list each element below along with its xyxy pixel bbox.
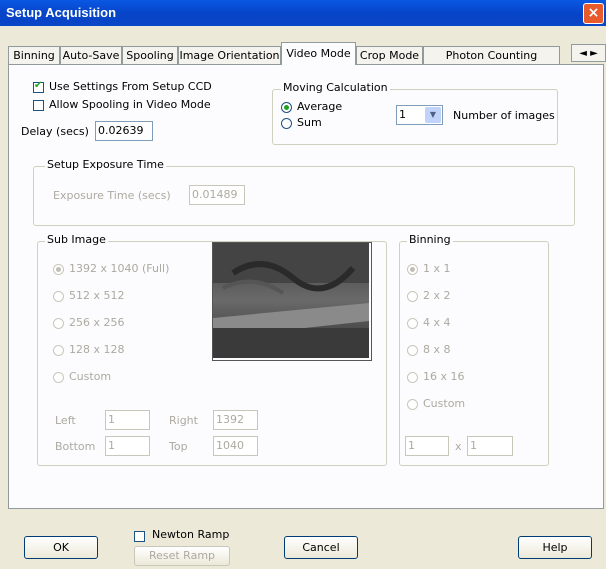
delay-label: Delay (secs) [21,125,89,138]
tab-strip: Binning Auto-Save Spooling Image Orienta… [8,42,606,65]
tab-spooling[interactable]: Spooling [122,46,178,64]
use-settings-label: Use Settings From Setup CCD [49,80,212,93]
sum-radio[interactable] [281,118,292,129]
sub-image-radio-custom[interactable] [53,372,64,383]
delay-input[interactable]: 0.02639 [95,121,153,141]
right-input[interactable]: 1392 [213,410,258,430]
video-mode-panel: Use Settings From Setup CCD Allow Spooli… [8,64,604,509]
left-label: Left [55,414,76,427]
top-input[interactable]: 1040 [213,436,258,456]
number-of-images-select[interactable]: 1 ▼ [396,105,443,125]
binning-label-custom: Custom [423,397,466,410]
binning-label-8x8: 8 x 8 [423,343,451,356]
tab-auto-save[interactable]: Auto-Save [60,46,122,64]
binning-label-4x4: 4 x 4 [423,316,451,329]
use-settings-checkbox[interactable] [33,80,44,93]
bottom-input[interactable]: 1 [105,436,150,456]
bottom-label: Bottom [55,440,96,453]
sub-image-radio-128[interactable] [53,345,64,356]
top-label: Top [169,440,188,453]
sub-image-label-custom: Custom [69,370,112,383]
tab-video-mode[interactable]: Video Mode [281,42,356,65]
reset-ramp-button[interactable]: Reset Ramp [134,546,230,566]
sub-image-label-512: 512 x 512 [69,289,125,302]
exposure-time-input[interactable]: 0.01489 [189,185,245,205]
newton-ramp-checkbox[interactable] [134,531,145,542]
sub-image-radio-256[interactable] [53,318,64,329]
sum-label: Sum [297,116,322,129]
sub-image-radio-512[interactable] [53,291,64,302]
number-of-images-label: Number of images [453,109,555,122]
binning-label-1x1: 1 x 1 [423,262,451,275]
binning-radio-4x4[interactable] [407,318,418,329]
sub-image-radio-full[interactable] [53,264,64,275]
average-radio[interactable] [281,102,292,113]
ok-button[interactable]: OK [24,536,98,559]
setup-acquisition-dialog: Setup Acquisition × Binning Auto-Save Sp… [0,0,606,569]
tab-binning[interactable]: Binning [8,46,60,64]
binning-radio-16x16[interactable] [407,372,418,383]
tab-scroll-right-icon[interactable]: ► [590,48,598,59]
cancel-button[interactable]: Cancel [284,536,358,559]
binning-label-16x16: 16 x 16 [423,370,465,383]
newton-ramp-label: Newton Ramp [152,528,230,541]
tab-crop-mode[interactable]: Crop Mode [356,46,423,64]
tab-scroll-buttons[interactable]: ◄ ► [571,44,606,62]
window-title: Setup Acquisition [6,5,117,20]
binning-radio-custom[interactable] [407,399,418,410]
sub-image-label-256: 256 x 256 [69,316,125,329]
help-button[interactable]: Help [518,536,592,559]
exposure-title: Setup Exposure Time [45,158,166,171]
average-label: Average [297,100,343,113]
exposure-time-label: Exposure Time (secs) [53,189,171,202]
preview-picture [213,243,369,358]
sub-image-label-128: 128 x 128 [69,343,125,356]
sub-image-title: Sub Image [45,233,108,246]
allow-spooling-label: Allow Spooling in Video Mode [49,98,211,111]
binning-radio-1x1[interactable] [407,264,418,275]
tab-photon-counting[interactable]: Photon Counting [423,46,560,64]
binning-x-separator: x [455,440,462,453]
moving-calculation-title: Moving Calculation [281,81,390,94]
binning-radio-8x8[interactable] [407,345,418,356]
binning-x-input[interactable]: 1 [405,436,449,456]
chevron-down-icon[interactable]: ▼ [425,107,441,123]
sub-image-label-full: 1392 x 1040 (Full) [69,262,170,275]
allow-spooling-checkbox[interactable] [33,100,44,111]
binning-y-input[interactable]: 1 [467,436,513,456]
binning-label-2x2: 2 x 2 [423,289,451,302]
camera-preview-image [212,242,372,361]
binning-radio-2x2[interactable] [407,291,418,302]
title-bar[interactable]: Setup Acquisition × [0,0,606,26]
binning-title: Binning [407,233,453,246]
tab-scroll-left-icon[interactable]: ◄ [579,48,587,59]
left-input[interactable]: 1 [105,410,150,430]
binning-group [399,241,549,466]
right-label: Right [169,414,198,427]
tab-image-orientation[interactable]: Image Orientation [178,46,281,64]
number-of-images-value: 1 [399,108,406,121]
close-icon[interactable]: × [583,3,604,24]
